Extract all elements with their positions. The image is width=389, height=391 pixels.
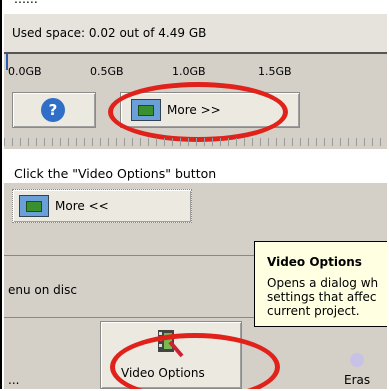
divider <box>4 52 387 54</box>
tooltip-line: settings that affec <box>267 290 377 304</box>
divider <box>4 255 254 256</box>
truncated-text: ... <box>8 373 20 387</box>
menu-on-disc-text: enu on disc <box>8 283 77 297</box>
ruler-label: 1.0GB <box>172 65 206 78</box>
highlight-oval <box>108 82 288 142</box>
ruler-ticks <box>4 138 387 146</box>
highlight-oval <box>110 333 280 389</box>
used-space-text: Used space: 0.02 out of 4.49 GB <box>12 26 207 40</box>
top-caption: ...... <box>14 0 38 6</box>
help-button[interactable]: ? <box>12 92 96 128</box>
help-icon: ? <box>41 98 65 122</box>
erase-icon <box>350 353 364 367</box>
tooltip-line: current project. <box>267 304 360 318</box>
monitor-icon <box>19 195 49 217</box>
erase-label[interactable]: Eras <box>344 373 370 387</box>
tooltip-title: Video Options <box>267 255 362 269</box>
used-space-bar: Used space: 0.02 out of 4.49 GB <box>4 14 387 52</box>
instruction-text: Click the "Video Options" button <box>14 166 217 181</box>
options-panel: More << enu on disc Video Options Opens … <box>4 183 387 389</box>
ruler-label: 0.0GB <box>8 65 42 78</box>
less-button-label: More << <box>55 199 109 213</box>
tooltip-line: Opens a dialog wh <box>267 276 379 290</box>
ruler-label: 1.5GB <box>258 65 292 78</box>
ruler-label: 0.5GB <box>90 65 124 78</box>
video-options-tooltip: Video Options Opens a dialog wh settings… <box>254 241 387 327</box>
less-button[interactable]: More << <box>12 189 192 223</box>
disc-space-panel: Used space: 0.02 out of 4.49 GB 0.0GB 0.… <box>4 14 387 149</box>
